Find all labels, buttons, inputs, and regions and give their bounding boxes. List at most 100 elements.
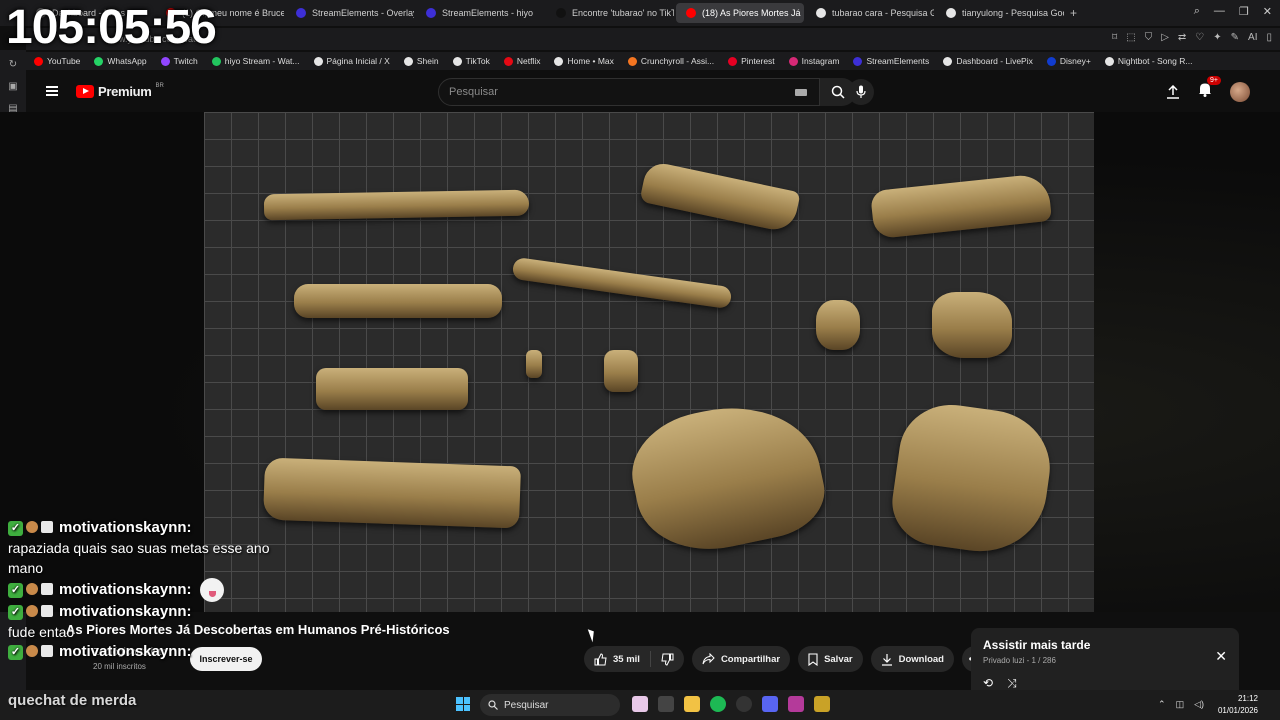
bookmark-item[interactable]: WhatsApp	[94, 56, 147, 66]
subscriber-badge-icon	[26, 644, 38, 657]
bookmark-label: TikTok	[465, 56, 490, 66]
heart-icon[interactable]: ♡	[1195, 32, 1204, 43]
minimize-icon[interactable]: —	[1214, 5, 1225, 18]
chat-message: ✓ motivationskaynn:	[8, 602, 308, 622]
voice-search-button[interactable]	[848, 79, 874, 105]
bookmark-label: Dashboard - LivePix	[956, 56, 1033, 66]
bookmark-favicon-icon	[313, 56, 323, 66]
notifications-button[interactable]: 9+	[1198, 76, 1221, 102]
avatar[interactable]	[1230, 82, 1250, 102]
youtube-logo[interactable]: Premium BR	[76, 83, 164, 99]
bookmark-item[interactable]: Disney+	[1046, 56, 1091, 66]
fossil-bone	[511, 256, 733, 310]
bookmark-label: Instagram	[801, 56, 840, 66]
search-icon	[488, 700, 498, 710]
app-icon[interactable]	[632, 696, 648, 712]
fossil-bone	[621, 390, 833, 564]
chat-username: motivationskaynn:	[59, 643, 192, 660]
bookmark-item[interactable]: Instagram	[788, 56, 840, 66]
history-icon[interactable]: ↻	[7, 58, 19, 70]
browser-tab[interactable]: tubarao cara - Pesquisa G	[806, 3, 934, 23]
tab-favicon-icon	[946, 8, 956, 18]
download-button[interactable]: Download	[870, 646, 954, 672]
subscriber-count: 20 mil inscritos	[93, 662, 146, 671]
browser-icon[interactable]	[788, 696, 804, 712]
save-label: Salvar	[824, 653, 853, 665]
playlist-title[interactable]: Assistir mais tarde	[983, 638, 1227, 652]
browser-tab[interactable]: tianyulong - Pesquisa Goo	[936, 3, 1064, 23]
bookmark-item[interactable]: Netflix	[503, 56, 540, 66]
spotify-icon[interactable]	[710, 696, 726, 712]
sidebar-toggle-icon[interactable]: ▯	[1266, 32, 1272, 43]
chat-message: ✓ motivationskaynn:	[8, 518, 308, 538]
clock-date: 01/01/2026	[1217, 706, 1258, 715]
bookmark-item[interactable]: TikTok	[452, 56, 490, 66]
share-button[interactable]: Compartilhar	[691, 646, 791, 672]
bookmark-item[interactable]: Dashboard - LivePix	[943, 56, 1033, 66]
wallet-icon[interactable]: ▣	[7, 80, 19, 92]
bookmark-item[interactable]: Twitch	[160, 56, 198, 66]
close-window-icon[interactable]: ✕	[1263, 5, 1272, 18]
video-frame[interactable]	[204, 112, 1094, 612]
search-icon	[831, 85, 845, 99]
bookmark-item[interactable]: Pinterest	[728, 56, 775, 66]
search-tabs-icon[interactable]: ⌕	[1194, 5, 1200, 18]
dislike-button[interactable]	[651, 653, 684, 666]
like-button[interactable]: 35 mil	[584, 652, 650, 666]
browser-tab[interactable]: (18) As Piores Mortes Já	[676, 3, 804, 23]
taskbar: Pesquisar ⌃ ◫ ◁) 21:12 01/01/2026	[0, 690, 1280, 720]
bookmark-item[interactable]: Shein	[403, 56, 439, 66]
bookmark-label: Nightbot - Song R...	[1117, 56, 1193, 66]
bookmark-item[interactable]: Crunchyroll - Assi...	[627, 56, 714, 66]
bookmark-item[interactable]: StreamElements	[853, 56, 929, 66]
bookmark-item[interactable]: hiyo Stream - Wat...	[211, 56, 300, 66]
browser-tab[interactable]: StreamElements - hiyo	[416, 3, 544, 23]
download-label: Download	[898, 653, 944, 665]
maximize-icon[interactable]: ❐	[1239, 5, 1249, 18]
translate-icon[interactable]: ⇄	[1178, 32, 1186, 43]
search-input[interactable]: Pesquisar	[438, 78, 820, 106]
chat-badges: ✓	[8, 604, 53, 620]
network-icon[interactable]: ◫	[1176, 699, 1185, 710]
close-icon[interactable]: ✕	[1215, 648, 1227, 665]
keyboard-icon[interactable]	[795, 89, 807, 96]
browser-tab[interactable]: Encontre 'tubarao' no TikTok	[546, 3, 674, 23]
app-icon[interactable]	[814, 696, 830, 712]
loop-icon[interactable]: ⟲	[983, 676, 993, 691]
bookmark-item[interactable]: Home • Max	[554, 56, 614, 66]
save-button[interactable]: Salvar	[798, 646, 863, 672]
chevron-up-icon[interactable]: ⌃	[1158, 699, 1166, 710]
bookmark-favicon-icon	[160, 56, 170, 66]
logo-text: Premium	[98, 84, 152, 99]
ai-button[interactable]: AI	[1248, 32, 1257, 43]
fossil-bone	[263, 189, 530, 221]
bookmark-item[interactable]: Página Inicial / X	[313, 56, 390, 66]
discord-icon[interactable]	[762, 696, 778, 712]
menu-icon[interactable]	[46, 86, 58, 96]
thumbs-down-icon	[661, 653, 674, 666]
bookmark-item[interactable]: Nightbot - Song R...	[1104, 56, 1193, 66]
extension-icon[interactable]: ✦	[1213, 32, 1221, 43]
play-icon[interactable]: ▷	[1161, 32, 1169, 43]
windows-start-icon[interactable]	[456, 697, 470, 711]
chat-badges: ✓	[8, 644, 53, 660]
screenshot-icon[interactable]: ⬚	[1126, 32, 1135, 43]
bookmark-item[interactable]: YouTube	[34, 56, 80, 66]
upload-icon[interactable]	[1166, 85, 1180, 99]
taskbar-search[interactable]: Pesquisar	[480, 694, 620, 716]
bookmark-label: Pinterest	[741, 56, 775, 66]
system-clock[interactable]: 21:12 01/01/2026	[1218, 693, 1258, 717]
tab-label: Encontre 'tubarao' no TikTok	[572, 8, 674, 18]
browser-tab[interactable]: StreamElements - Overlay	[286, 3, 414, 23]
bookmark-icon[interactable]: ⌑	[1112, 32, 1117, 43]
volume-icon[interactable]: ◁)	[1194, 699, 1204, 710]
shuffle-icon[interactable]: ⤨	[1007, 676, 1017, 691]
bookmark-favicon-icon	[34, 56, 43, 66]
mod-badge-icon	[41, 520, 53, 533]
file-explorer-icon[interactable]	[684, 696, 700, 712]
task-view-icon[interactable]	[658, 696, 674, 712]
pen-icon[interactable]: ✎	[1231, 32, 1239, 43]
shield-icon[interactable]: ⛉	[1145, 32, 1153, 43]
new-tab-button[interactable]: +	[1070, 6, 1077, 20]
steam-icon[interactable]	[736, 696, 752, 712]
